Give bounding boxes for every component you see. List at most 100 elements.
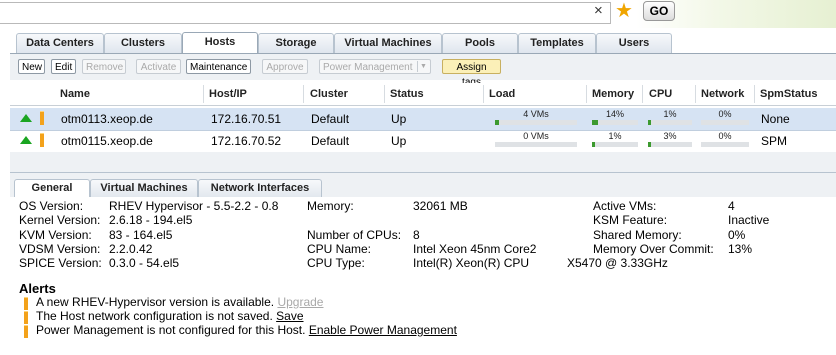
alert-text: A new RHEV-Hypervisor version is availab…: [36, 295, 275, 309]
top-bar: × ★ GO: [0, 0, 836, 28]
tab-templates[interactable]: Templates: [518, 33, 596, 53]
col-network[interactable]: Network: [701, 88, 744, 100]
chevron-down-icon: ▼: [417, 61, 429, 72]
vdsm-value: 2.2.0.42: [109, 242, 153, 256]
subtab-virtual-machines[interactable]: Virtual Machines: [90, 179, 198, 197]
kernel-value: 2.6.18 - 194.el5: [109, 213, 193, 227]
cpu-type-extra: X5470 @ 3.33GHz: [567, 256, 668, 270]
network-bar: [701, 120, 749, 125]
approve-button[interactable]: Approve: [262, 59, 308, 74]
new-button[interactable]: New: [18, 59, 45, 74]
subtab-network-interfaces[interactable]: Network Interfaces: [198, 179, 322, 197]
star-icon[interactable]: ★: [615, 1, 633, 21]
save-link[interactable]: Save: [276, 309, 303, 323]
col-name[interactable]: Name: [60, 88, 90, 100]
col-cluster[interactable]: Cluster: [310, 88, 348, 100]
activate-button[interactable]: Activate: [136, 59, 181, 74]
col-load[interactable]: Load: [489, 88, 515, 100]
memory-bar: [592, 120, 638, 125]
hosts-grid-header: Name Host/IP Cluster Status Load Memory …: [10, 83, 836, 106]
tab-pools[interactable]: Pools: [442, 33, 518, 53]
maintenance-button[interactable]: Maintenance: [186, 59, 251, 74]
column-divider: [483, 85, 484, 103]
alert-text: Power Management is not configured for t…: [36, 323, 306, 337]
column-divider: [754, 85, 755, 103]
vdsm-label: VDSM Version:: [19, 242, 101, 256]
col-cpu[interactable]: CPU: [649, 88, 672, 100]
tab-virtual-machines[interactable]: Virtual Machines: [334, 33, 442, 53]
cpu-bar-fill: [648, 142, 651, 147]
cpus-value: 8: [413, 228, 420, 242]
col-memory[interactable]: Memory: [592, 88, 634, 100]
column-divider: [303, 85, 304, 103]
cpu-type-value: Intel(R) Xeon(R) CPU: [413, 256, 530, 270]
host-cluster: Default: [311, 112, 350, 126]
cpu-bar: [648, 120, 692, 125]
remove-button[interactable]: Remove: [82, 59, 126, 74]
kernel-label: Kernel Version:: [19, 213, 101, 227]
memory-bar-fill: [592, 120, 599, 125]
host-name: otm0115.xeop.de: [61, 134, 153, 148]
edit-button[interactable]: Edit: [51, 59, 76, 74]
cpu-label: 1%: [663, 109, 677, 119]
network-bar: [701, 142, 749, 147]
alert-text: The Host network configuration is not sa…: [36, 309, 273, 323]
os-version-label: OS Version:: [19, 199, 84, 213]
spice-value: 0.3.0 - 54.el5: [109, 256, 180, 270]
memory-label: 1%: [608, 131, 622, 141]
cpu-name-value: Intel Xeon 45nm Core2: [413, 242, 537, 256]
tab-users[interactable]: Users: [596, 33, 672, 53]
cpu-label: 3%: [663, 131, 677, 141]
col-status[interactable]: Status: [390, 88, 424, 100]
tab-storage[interactable]: Storage: [258, 33, 334, 53]
host-status: Up: [391, 112, 407, 126]
os-version-value: RHEV Hypervisor - 5.5-2.2 - 0.8: [109, 199, 279, 213]
power-management-dropdown[interactable]: Power Management ▼: [319, 59, 431, 74]
tab-clusters[interactable]: Clusters: [104, 33, 182, 53]
host-ip: 172.16.70.52: [211, 134, 282, 148]
load-label: 0 VMs: [523, 131, 549, 141]
clear-icon[interactable]: ×: [594, 3, 608, 19]
spice-label: SPICE Version:: [19, 256, 102, 270]
power-management-label: Power Management: [323, 62, 413, 73]
up-arrow-icon: [20, 136, 32, 144]
warning-icon: [24, 297, 28, 310]
shared-memory-label: Shared Memory:: [593, 228, 682, 242]
upgrade-link[interactable]: Upgrade: [277, 295, 323, 309]
column-divider: [384, 85, 385, 103]
ksm-label: KSM Feature:: [593, 213, 668, 227]
shared-memory-value: 0%: [728, 228, 746, 242]
memory-label: 14%: [605, 109, 624, 119]
splitter[interactable]: [10, 152, 836, 174]
enable-power-management-link[interactable]: Enable Power Management: [309, 323, 457, 337]
column-divider: [695, 85, 696, 103]
col-host-ip[interactable]: Host/IP: [209, 88, 247, 100]
memory-bar-fill: [592, 142, 595, 147]
search-input[interactable]: [0, 2, 611, 24]
spm-status: SPM: [761, 134, 788, 148]
warning-icon: [40, 111, 44, 125]
network-label: 0%: [718, 109, 732, 119]
active-vms-value: 4: [728, 199, 735, 213]
actions-toolbar: New Edit Remove Activate Maintenance App…: [10, 53, 836, 88]
load-bar-fill: [495, 120, 500, 125]
subtab-general[interactable]: General: [14, 179, 90, 197]
memory-value: 32061 MB: [413, 199, 468, 213]
load-label: 4 VMs: [523, 109, 549, 119]
tab-hosts[interactable]: Hosts: [182, 32, 258, 54]
overcommit-value: 13%: [728, 242, 753, 256]
spm-status: None: [761, 112, 790, 126]
tab-data-centers[interactable]: Data Centers: [16, 33, 104, 53]
cpu-bar: [648, 142, 692, 147]
network-label: 0%: [718, 131, 732, 141]
column-divider: [203, 85, 204, 103]
go-button[interactable]: GO: [643, 1, 675, 21]
table-row[interactable]: otm0115.xeop.de 172.16.70.52 Default Up …: [10, 130, 836, 152]
kvm-label: KVM Version:: [19, 228, 92, 242]
col-spm-status[interactable]: SpmStatus: [760, 88, 817, 100]
host-cluster: Default: [311, 134, 350, 148]
table-row[interactable]: otm0113.xeop.de 172.16.70.51 Default Up …: [10, 108, 836, 131]
assign-tags-button[interactable]: Assign tags: [442, 59, 501, 88]
host-ip: 172.16.70.51: [211, 112, 282, 126]
host-name: otm0113.xeop.de: [61, 112, 153, 126]
